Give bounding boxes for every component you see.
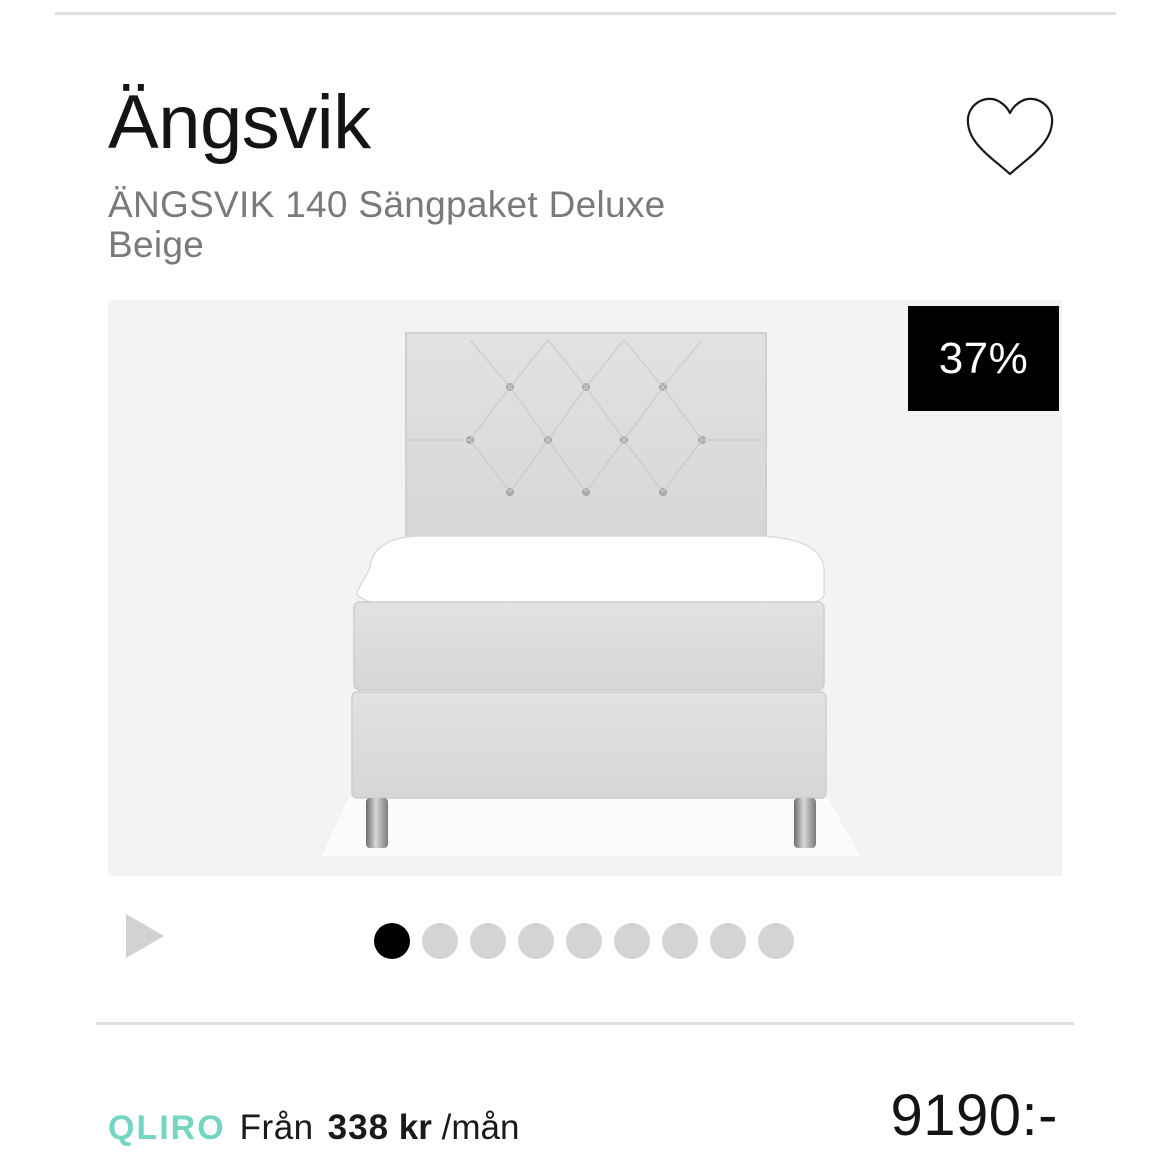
pagination-dot[interactable] — [422, 923, 458, 959]
top-divider — [55, 12, 1116, 15]
qliro-logo: QLIRO — [108, 1109, 226, 1147]
financing-info: QLIRO Från 338 kr /mån — [108, 1108, 519, 1148]
favorite-heart-icon[interactable] — [960, 92, 1060, 182]
discount-badge: 37% — [908, 306, 1059, 411]
pagination-dot[interactable] — [662, 923, 698, 959]
pagination-dot-active[interactable] — [374, 923, 410, 959]
financing-prefix: Från — [239, 1108, 314, 1147]
section-divider — [96, 1022, 1074, 1025]
pagination-dot[interactable] — [614, 923, 650, 959]
pagination-dot[interactable] — [470, 923, 506, 959]
product-brand-title: Ängsvik — [108, 80, 371, 165]
product-price: 9190:- — [890, 1083, 1058, 1148]
pagination-dot[interactable] — [566, 923, 602, 959]
pagination-dot[interactable] — [710, 923, 746, 959]
pagination-dot[interactable] — [518, 923, 554, 959]
financing-currency: kr — [398, 1108, 432, 1147]
financing-amount: 338 — [327, 1108, 390, 1147]
play-icon[interactable] — [118, 908, 170, 964]
product-name: ÄNGSVIK 140 Sängpaket Deluxe Beige — [108, 184, 666, 265]
gallery-pagination — [374, 923, 794, 959]
pagination-dot[interactable] — [758, 923, 794, 959]
financing-period: /mån — [441, 1108, 520, 1147]
product-image-gallery[interactable]: 37% — [108, 300, 1062, 876]
